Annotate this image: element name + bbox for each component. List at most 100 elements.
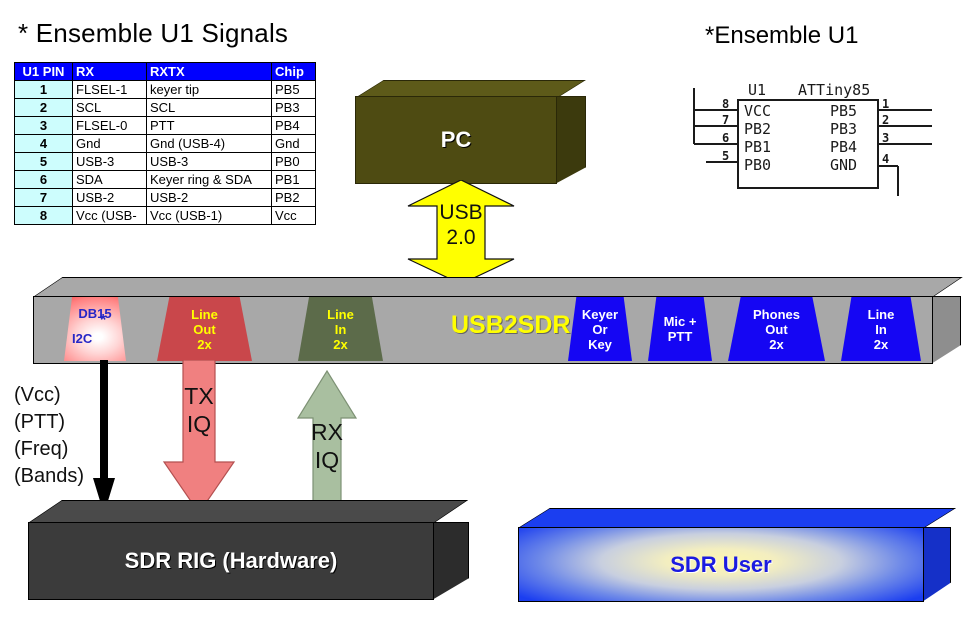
db15-signal-labels: (Vcc) (PTT) (Freq) (Bands) (14, 382, 84, 490)
cell-pin: 3 (14, 116, 73, 135)
user-box-front-face: SDR User (518, 527, 924, 602)
pin-num-8: 8 (722, 97, 729, 111)
connector-db15-i2c[interactable]: DB15 I2C * (64, 297, 126, 361)
connector-line-in-line3: 2x (333, 336, 348, 352)
connector-keyer-or-key[interactable]: Keyer Or Key (568, 297, 632, 361)
connector-line-in-line2: In (334, 321, 347, 337)
user-box-side-face (922, 527, 951, 602)
connector-line-out[interactable]: Line Out 2x (157, 297, 252, 361)
cell-chip: PB4 (271, 116, 316, 135)
pin-label-pb2: PB2 (744, 120, 771, 138)
sdr-user-box: SDR User (518, 508, 957, 602)
usb2sdr-label: USB2SDR (451, 311, 571, 339)
pin-num-2: 2 (882, 113, 889, 127)
rig-box-side-face (432, 522, 469, 600)
pin-label-pb4: PB4 (830, 138, 857, 156)
connector-keyer-line3: Key (588, 336, 612, 352)
pin-num-5: 5 (722, 149, 729, 163)
connector-line-in[interactable]: Line In 2x (298, 297, 383, 361)
cell-pin: 5 (14, 152, 73, 171)
pin-num-7: 7 (722, 113, 729, 127)
db15-arrow-shape (93, 360, 115, 514)
table-row: 3 FLSEL-0 PTT PB4 (14, 116, 316, 135)
cell-rxtx: Gnd (USB-4) (146, 134, 272, 153)
pin-num-4: 4 (882, 152, 889, 166)
table-row: 6 SDA Keyer ring & SDA PB1 (14, 170, 316, 189)
connector-line-in-line1: Line (327, 306, 354, 322)
connector-db15-line1: DB15 (78, 306, 112, 321)
rx-iq-arrow: RX IQ (296, 370, 358, 515)
cell-rx: Gnd (72, 134, 147, 153)
cell-chip: PB0 (271, 152, 316, 171)
table-header-row: U1 PIN RX RXTX Chip (14, 62, 316, 81)
page-title-right: *Ensemble U1 (705, 22, 859, 49)
cell-pin: 2 (14, 98, 73, 117)
cell-rx: USB-3 (72, 152, 147, 171)
cell-chip: PB5 (271, 80, 316, 99)
table-row: 4 Gnd Gnd (USB-4) Gnd (14, 134, 316, 153)
rig-box-top-face (28, 500, 469, 523)
cell-pin: 6 (14, 170, 73, 189)
cell-chip: Gnd (271, 134, 316, 153)
chip-part: ATTiny85 (798, 81, 870, 99)
table-row: 8 Vcc (USB- Vcc (USB-1) Vcc (14, 206, 316, 225)
sdr-rig-label: SDR RIG (Hardware) (124, 548, 338, 573)
pin-num-3: 3 (882, 131, 889, 145)
connector-line-out-line2: Out (193, 321, 216, 337)
pin-num-6: 6 (722, 131, 729, 145)
usb-label-line2: 2.0 (446, 226, 476, 249)
pin-label-pb3: PB3 (830, 120, 857, 138)
connector-mic-ptt[interactable]: Mic + PTT (648, 297, 712, 361)
tx-label-line2: IQ (186, 411, 212, 437)
side-label-bands: (Bands) (14, 465, 85, 487)
cell-pin: 1 (14, 80, 73, 99)
u1-signals-table: U1 PIN RX RXTX Chip 1 FLSEL-1 keyer tip … (14, 62, 316, 225)
cell-chip: PB2 (271, 188, 316, 207)
connector-line-out-line3: 2x (197, 336, 212, 352)
cell-rxtx: USB-3 (146, 152, 272, 171)
connector-keyer-line1: Keyer (581, 306, 619, 322)
connector-line-in2-line2: In (875, 321, 887, 337)
pin-label-vcc: VCC (744, 102, 771, 120)
cell-rxtx: keyer tip (146, 80, 272, 99)
cell-rxtx: SCL (146, 98, 272, 117)
cell-rx: SCL (72, 98, 147, 117)
connector-db15-line2: I2C (72, 331, 93, 346)
pc-box: PC (355, 80, 586, 184)
rx-arrow-label: RX IQ (296, 418, 358, 474)
tx-arrow-label: TX IQ (162, 382, 236, 438)
pc-label: PC (440, 127, 472, 152)
asterisk-icon: * (100, 312, 107, 329)
rx-label-line2: IQ (314, 447, 340, 473)
cell-pin: 4 (14, 134, 73, 153)
header-rxtx: RXTX (146, 62, 272, 81)
table-row: 1 FLSEL-1 keyer tip PB5 (14, 80, 316, 99)
connector-line-out-line1: Line (191, 306, 218, 322)
cell-rx: FLSEL-1 (72, 80, 147, 99)
page-title-left: * Ensemble U1 Signals (18, 18, 289, 48)
connector-phones-line1: Phones (753, 306, 800, 322)
sdr-rig-box: SDR RIG (Hardware) (28, 500, 469, 600)
cell-pin: 8 (14, 206, 73, 225)
pin-label-pb1: PB1 (744, 138, 771, 156)
usb-double-arrow: USB 2.0 (406, 180, 516, 285)
pin-label-pb5: PB5 (830, 102, 857, 120)
connector-line-in2-line3: 2x (873, 336, 889, 352)
db15-control-arrow (92, 360, 116, 515)
bar-side-face (931, 296, 961, 364)
connector-keyer-line2: Or (592, 321, 608, 337)
cell-rx: SDA (72, 170, 147, 189)
rig-box-front-face: SDR RIG (Hardware) (28, 522, 434, 600)
connector-line-in-2[interactable]: Line In 2x (841, 297, 921, 361)
table-row: 2 SCL SCL PB3 (14, 98, 316, 117)
side-label-ptt: (PTT) (14, 411, 66, 433)
connector-phones-out[interactable]: Phones Out 2x (728, 297, 825, 361)
cell-chip: Vcc (271, 206, 316, 225)
table-row: 5 USB-3 USB-3 PB0 (14, 152, 316, 171)
tx-iq-arrow: TX IQ (162, 360, 236, 515)
cell-rxtx: Keyer ring & SDA (146, 170, 272, 189)
cell-rxtx: USB-2 (146, 188, 272, 207)
table-row: 7 USB-2 USB-2 PB2 (14, 188, 316, 207)
cell-pin: 7 (14, 188, 73, 207)
header-chip: Chip (271, 62, 316, 81)
